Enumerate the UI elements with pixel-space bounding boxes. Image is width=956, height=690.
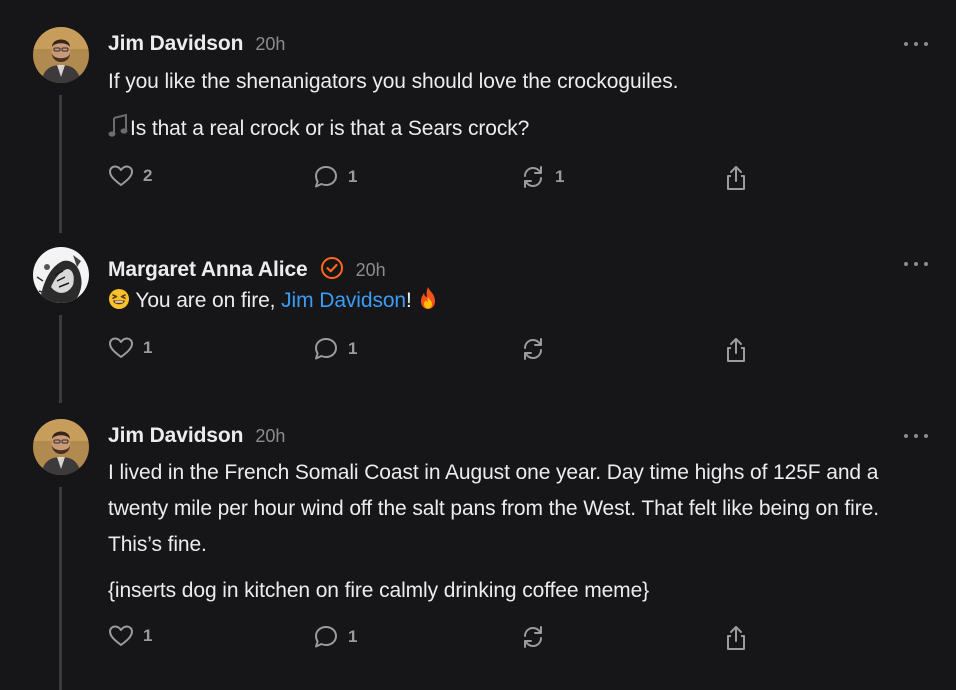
comment-text: Is that a real crock or is that a Sears … [130, 117, 530, 140]
timestamp[interactable]: 20h [356, 260, 386, 281]
comment: Jim Davidson 20h I lived in the French S… [0, 405, 956, 690]
avatar[interactable] [33, 27, 89, 83]
thread-line [59, 315, 62, 403]
comment-paragraph: Is that a real crock or is that a Sears … [108, 111, 928, 147]
restack-count: 1 [555, 167, 565, 186]
comment-paragraph: If you like the shenanigators you should… [108, 70, 679, 93]
comment-header: Margaret Anna Alice 20h [108, 252, 386, 282]
music-notes-icon [108, 114, 128, 137]
like-button[interactable]: 1 [108, 336, 152, 360]
restack-icon [524, 166, 542, 188]
mention-link[interactable]: Jim Davidson [281, 289, 406, 312]
reply-count: 1 [348, 339, 358, 358]
restack-button[interactable] [520, 624, 546, 650]
ellipsis-icon [904, 42, 908, 46]
comment-header: Jim Davidson 20h [108, 424, 285, 448]
author-name[interactable]: Jim Davidson [108, 32, 243, 56]
like-button[interactable]: 2 [108, 164, 152, 188]
reply-button[interactable]: 1 [313, 336, 357, 362]
reply-count: 1 [348, 167, 358, 186]
avatar[interactable] [33, 247, 89, 303]
comment-body: If you like the shenanigators you should… [108, 64, 928, 147]
restack-icon [524, 338, 542, 360]
share-icon [727, 338, 745, 362]
comment-thread: Jim Davidson 20h If you like the shenani… [0, 0, 956, 690]
comment-actions: 1 1 [108, 336, 768, 364]
comment: Jim Davidson 20h If you like the shenani… [0, 0, 956, 235]
avatar[interactable] [33, 419, 89, 475]
reply-button[interactable]: 1 [313, 164, 357, 190]
verified-badge-icon [320, 257, 343, 279]
comment-text: You are on fire, [135, 289, 282, 312]
grinning-squinting-face-icon [109, 289, 129, 309]
comment-body: You are on fire, Jim Davidson! [108, 283, 928, 319]
comment-paragraph: {inserts dog in kitchen on fire calmly d… [108, 579, 650, 602]
comment-actions: 2 1 1 [108, 164, 768, 192]
more-options-button[interactable] [904, 257, 928, 271]
ellipsis-icon [904, 434, 908, 438]
comment: Margaret Anna Alice 20h You are on fire,… [0, 235, 956, 405]
share-button[interactable] [724, 164, 748, 192]
speech-bubble-icon [315, 338, 337, 360]
heart-icon [109, 337, 133, 358]
fire-icon [420, 287, 435, 309]
heart-icon [109, 165, 133, 186]
comment-text: ! [406, 289, 412, 312]
reply-button[interactable]: 1 [313, 624, 357, 650]
share-button[interactable] [724, 624, 748, 652]
timestamp[interactable]: 20h [255, 34, 285, 55]
share-button[interactable] [724, 336, 748, 364]
comment-body: I lived in the French Somali Coast in Au… [108, 455, 928, 609]
heart-icon [109, 625, 133, 646]
restack-button[interactable] [520, 336, 546, 362]
speech-bubble-icon [315, 626, 337, 648]
share-icon [727, 626, 745, 650]
thread-line [59, 487, 62, 690]
reply-count: 1 [348, 627, 358, 646]
speech-bubble-icon [315, 166, 337, 188]
more-options-button[interactable] [904, 37, 928, 51]
comment-paragraph: I lived in the French Somali Coast in Au… [108, 461, 879, 556]
share-icon [727, 166, 745, 190]
ellipsis-icon [904, 262, 908, 266]
more-options-button[interactable] [904, 429, 928, 443]
restack-button[interactable]: 1 [520, 164, 564, 190]
comment-actions: 1 1 [108, 624, 768, 652]
author-name[interactable]: Margaret Anna Alice [108, 258, 308, 282]
like-button[interactable]: 1 [108, 624, 152, 648]
thread-line [59, 95, 62, 233]
like-count: 1 [143, 626, 153, 645]
like-count: 1 [143, 338, 153, 357]
comment-paragraph: You are on fire, Jim Davidson! [108, 283, 928, 319]
restack-icon [524, 626, 542, 648]
author-name[interactable]: Jim Davidson [108, 424, 243, 448]
timestamp[interactable]: 20h [255, 426, 285, 447]
like-count: 2 [143, 166, 153, 185]
comment-header: Jim Davidson 20h [108, 32, 285, 56]
